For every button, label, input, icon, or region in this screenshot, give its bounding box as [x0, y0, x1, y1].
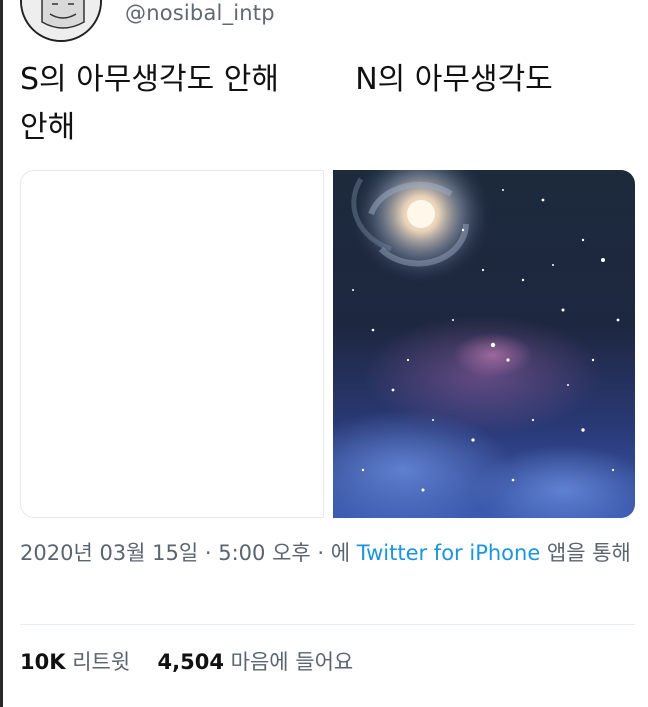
meta-separator: · [310, 541, 331, 565]
galaxy-image-graphic [333, 170, 635, 518]
galaxy-space-image[interactable] [333, 170, 635, 518]
blank-white-image[interactable] [20, 170, 324, 518]
left-edge-border [0, 0, 3, 707]
source-link[interactable]: Twitter for iPhone [357, 541, 541, 565]
tweet-time[interactable]: 5:00 오후 [218, 541, 310, 565]
meta-separator: · [198, 541, 219, 565]
divider [20, 624, 635, 625]
user-handle[interactable]: @nosibal_intp [125, 1, 275, 25]
tweet-text: S의 아무생각도 안해 N의 아무생각도 안해 [20, 62, 553, 145]
likes-count[interactable]: 4,504 [158, 650, 224, 674]
tweet-meta: 2020년 03월 15일 · 5:00 오후 · 에 Twitter for … [20, 538, 635, 569]
tweet-date[interactable]: 2020년 03월 15일 [20, 541, 198, 565]
likes-label[interactable]: 마음에 들어요 [231, 650, 354, 674]
tweet-media [20, 170, 635, 518]
avatar-illustration-icon [22, 0, 100, 40]
tweet-stats: 10K 리트윗 4,504 마음에 들어요 [20, 646, 353, 676]
retweets-label[interactable]: 리트윗 [72, 650, 130, 674]
retweets-count[interactable]: 10K [20, 650, 66, 674]
tweet-header: @nosibal_intp [20, 0, 620, 42]
avatar[interactable] [20, 0, 102, 42]
via-suffix: 앱을 통해 [540, 541, 631, 565]
via-prefix: 에 [330, 541, 357, 565]
